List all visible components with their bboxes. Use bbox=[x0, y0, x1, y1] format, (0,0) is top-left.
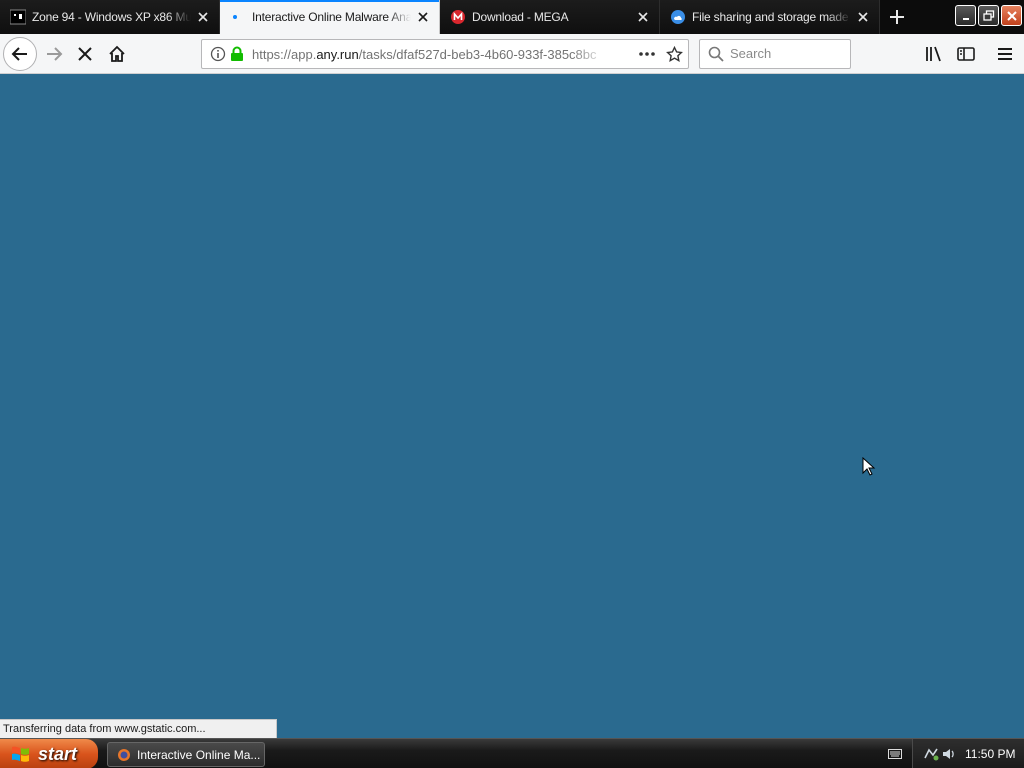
stop-button[interactable] bbox=[69, 38, 101, 70]
library-button[interactable] bbox=[918, 38, 950, 70]
url-path: /tasks/dfaf527d-beb3-4b60-933f-385c8bc bbox=[358, 47, 597, 62]
bookmark-star-icon[interactable] bbox=[666, 45, 683, 66]
home-icon bbox=[109, 45, 125, 62]
hamburger-menu-icon bbox=[998, 48, 1012, 60]
tab-any-run[interactable]: Interactive Online Malware Analysis bbox=[220, 0, 440, 34]
cloud-favicon-icon bbox=[670, 9, 686, 25]
home-button[interactable] bbox=[101, 38, 133, 70]
menu-button[interactable] bbox=[989, 38, 1021, 70]
keyboard-icon[interactable] bbox=[888, 748, 902, 760]
navigation-toolbar: https://app.any.run/tasks/dfaf527d-beb3-… bbox=[0, 34, 1024, 74]
restore-button[interactable] bbox=[978, 5, 999, 26]
info-icon[interactable] bbox=[210, 46, 226, 65]
firefox-icon bbox=[118, 748, 130, 761]
search-box[interactable] bbox=[699, 39, 851, 69]
url-bar[interactable]: https://app.any.run/tasks/dfaf527d-beb3-… bbox=[201, 39, 689, 69]
close-window-button[interactable] bbox=[1001, 5, 1022, 26]
status-bar: Transferring data from www.gstatic.com..… bbox=[0, 719, 277, 738]
clock[interactable]: 11:50 PM bbox=[965, 747, 1015, 761]
sidebar-button[interactable] bbox=[950, 38, 982, 70]
zone94-favicon-icon bbox=[10, 9, 26, 25]
taskbar-window-title: Interactive Online Ma... bbox=[137, 747, 261, 762]
close-tab-icon[interactable] bbox=[415, 9, 431, 25]
back-arrow-icon bbox=[11, 47, 27, 61]
library-icon bbox=[926, 46, 941, 62]
browser-tab-strip: Zone 94 - Windows XP x86 Multilingual In… bbox=[0, 0, 1024, 34]
page-content[interactable]: Transferring data from www.gstatic.com..… bbox=[0, 74, 1024, 738]
url-text: https://app.any.run/tasks/dfaf527d-beb3-… bbox=[252, 47, 597, 62]
search-input[interactable] bbox=[730, 46, 845, 61]
forward-arrow-icon bbox=[47, 47, 63, 61]
search-icon bbox=[708, 46, 724, 65]
forward-button[interactable] bbox=[38, 38, 70, 70]
tab-title: Zone 94 - Windows XP x86 Multilingual bbox=[32, 10, 191, 24]
new-tab-button[interactable] bbox=[880, 0, 914, 34]
tab-file-sharing[interactable]: File sharing and storage made simple bbox=[660, 0, 880, 34]
start-button[interactable]: start bbox=[0, 739, 98, 768]
volume-icon[interactable] bbox=[941, 746, 957, 762]
network-icon[interactable] bbox=[923, 746, 939, 762]
back-button[interactable] bbox=[3, 37, 37, 71]
tab-title: File sharing and storage made simple bbox=[692, 10, 851, 24]
start-label: start bbox=[38, 743, 78, 764]
taskbar-window-item[interactable]: Interactive Online Ma... bbox=[107, 742, 265, 767]
tab-mega[interactable]: Download - MEGA bbox=[440, 0, 660, 34]
close-tab-icon[interactable] bbox=[855, 9, 871, 25]
tab-zone94[interactable]: Zone 94 - Windows XP x86 Multilingual bbox=[0, 0, 220, 34]
windows-taskbar: start Interactive Online Ma... 11:50 PM bbox=[0, 738, 1024, 768]
plus-icon bbox=[890, 10, 904, 24]
restore-icon bbox=[982, 9, 994, 21]
minimize-button[interactable] bbox=[955, 5, 976, 26]
close-tab-icon[interactable] bbox=[635, 9, 651, 25]
close-tab-icon[interactable] bbox=[195, 9, 211, 25]
loading-dot-icon bbox=[230, 9, 246, 25]
stop-x-icon bbox=[78, 47, 92, 61]
screen: Zone 94 - Windows XP x86 Multilingual In… bbox=[0, 0, 1024, 768]
windows-flag-icon bbox=[12, 746, 29, 762]
system-tray: 11:50 PM bbox=[912, 739, 1024, 768]
lock-icon bbox=[230, 46, 244, 65]
mega-logo-icon bbox=[450, 9, 466, 25]
minimize-icon bbox=[962, 17, 969, 20]
close-icon bbox=[1006, 10, 1017, 21]
window-controls bbox=[955, 0, 1024, 34]
mouse-cursor-icon bbox=[862, 457, 876, 476]
sidebar-icon bbox=[957, 47, 975, 61]
page-actions-icon[interactable] bbox=[638, 47, 656, 64]
url-domain: any.run bbox=[316, 47, 359, 62]
tab-title: Download - MEGA bbox=[472, 10, 569, 24]
tab-title: Interactive Online Malware Analysis bbox=[252, 10, 411, 24]
